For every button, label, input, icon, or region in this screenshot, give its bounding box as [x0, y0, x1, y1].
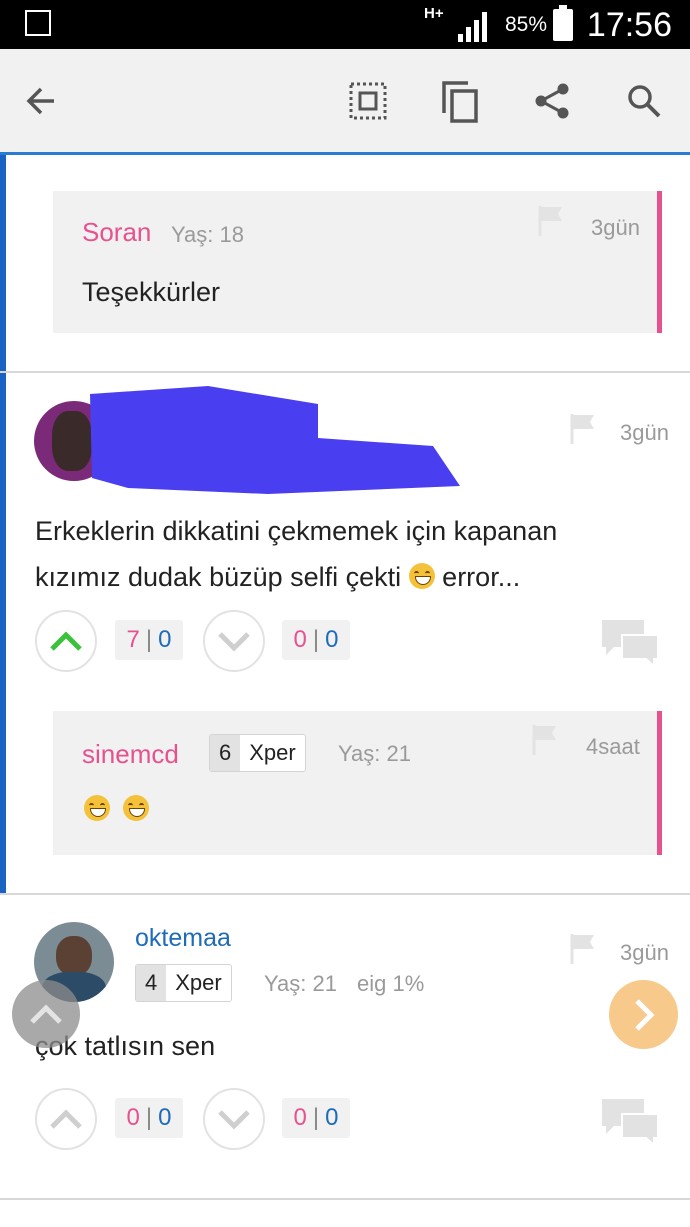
search-icon[interactable] [622, 79, 666, 123]
back-arrow-icon[interactable] [20, 79, 64, 123]
xper-badge: 6 Xper [209, 734, 306, 772]
battery-percent: 85% [505, 13, 548, 36]
upvote-count: 7 | 0 [115, 620, 183, 660]
reply-age: Yaş: 21 [338, 741, 411, 766]
downvote-button[interactable] [203, 610, 265, 672]
chevron-down-icon [218, 1110, 250, 1130]
flag-icon[interactable] [568, 412, 598, 446]
chevron-up-icon [30, 1004, 62, 1024]
reply-comment-icon[interactable] [600, 1096, 660, 1146]
upvote-count: 0 | 0 [115, 1098, 183, 1138]
toolbar [0, 49, 690, 155]
post-eig: eig 1% [357, 971, 425, 996]
redaction-scribble [90, 386, 460, 494]
flag-icon[interactable] [536, 204, 566, 238]
grinning-emoji-icon [123, 795, 150, 821]
reply-author[interactable]: Soran [82, 217, 151, 248]
chevron-down-icon [218, 632, 250, 652]
next-button[interactable] [609, 980, 678, 1049]
network-type-icon: H+ [424, 5, 444, 22]
reply-time: 4saat [586, 734, 640, 759]
divider [0, 893, 690, 895]
chevron-up-icon [50, 1109, 82, 1129]
flag-icon[interactable] [530, 723, 560, 757]
share-icon[interactable] [530, 79, 574, 123]
reply-comment-icon[interactable] [600, 617, 660, 667]
clock: 17:56 [586, 6, 672, 44]
copy-icon[interactable] [438, 79, 482, 123]
upvote-button[interactable] [35, 1088, 97, 1150]
gallery-notification-icon [25, 10, 51, 36]
grinning-emoji-icon [408, 563, 435, 589]
reply-card: sinemcd 6 Xper Yaş: 21 4saat [53, 711, 662, 855]
post-time: 3gün [620, 940, 669, 965]
downvote-count: 0 | 0 [282, 620, 350, 660]
signal-strength-icon [458, 12, 487, 42]
post-text-line1: Erkeklerin dikkatini çekmemek için kapan… [35, 516, 558, 546]
reply-text: Teşekkürler [82, 277, 221, 307]
reply-card: Soran Yaş: 18 3gün Teşekkürler [53, 191, 662, 333]
status-bar: H+ 85% 17:56 [0, 0, 690, 49]
battery-icon [553, 5, 573, 41]
downvote-button[interactable] [203, 1088, 265, 1150]
divider [0, 371, 690, 373]
chevron-up-icon [50, 631, 82, 651]
post-time: 3gün [620, 420, 669, 445]
grinning-emoji-icon [84, 795, 110, 821]
reply-age: Yaş: 18 [171, 222, 244, 247]
select-all-icon[interactable] [346, 79, 390, 123]
post-age: Yaş: 21 [264, 971, 337, 996]
post-text-line2: kızımız dudak büzüp selfi çekti error... [35, 562, 521, 592]
reply-time: 3gün [591, 215, 640, 240]
divider [0, 1198, 690, 1200]
scroll-to-top-button[interactable] [12, 980, 80, 1048]
chevron-right-icon [634, 998, 655, 1031]
downvote-count: 0 | 0 [282, 1098, 350, 1138]
reply-emojis [84, 795, 150, 823]
thread-indicator-bar [0, 155, 6, 895]
post-text: Erkeklerin dikkatini çekmemek için kapan… [35, 508, 675, 600]
flag-icon[interactable] [568, 932, 598, 966]
post-author[interactable]: oktemaa [135, 924, 231, 953]
reply-author[interactable]: sinemcd [82, 739, 179, 770]
xper-badge: 4 Xper [135, 964, 232, 1002]
upvote-button[interactable] [35, 610, 97, 672]
